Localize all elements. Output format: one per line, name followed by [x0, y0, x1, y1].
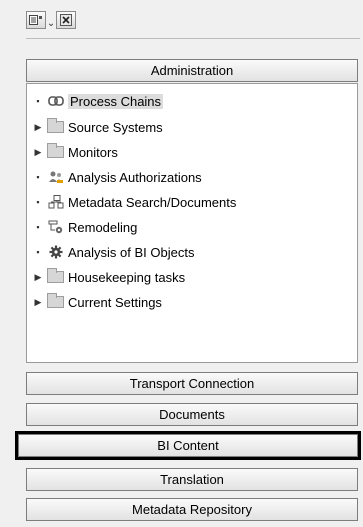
transport-connection-button[interactable]: Transport Connection — [26, 372, 358, 395]
translation-button[interactable]: Translation — [26, 468, 358, 491]
bullet-icon: ▪ — [36, 222, 40, 232]
bullet-icon: ▪ — [36, 172, 40, 182]
tree-item-housekeeping[interactable]: ▶ Housekeeping tasks — [33, 267, 185, 287]
navigation-tree: ▪ Process Chains ▶ Source Systems ▶ Moni… — [26, 83, 358, 363]
close-icon[interactable] — [56, 11, 76, 29]
folder-icon — [47, 118, 64, 134]
tree-item-source-systems[interactable]: ▶ Source Systems — [33, 117, 163, 137]
folder-icon — [47, 143, 64, 159]
tree-item-label: Current Settings — [68, 294, 162, 310]
metadata-repository-button[interactable]: Metadata Repository — [26, 498, 358, 521]
tree-item-label: Housekeeping tasks — [68, 269, 186, 285]
tree-item-label: Analysis of BI Objects — [68, 244, 195, 260]
button-label: Documents — [159, 407, 225, 422]
expand-arrow-icon[interactable]: ▶ — [33, 122, 43, 133]
toolbar-divider — [26, 38, 360, 39]
bullet-icon: ▪ — [36, 247, 40, 257]
bi-content-button[interactable]: BI Content — [15, 431, 361, 460]
tree-item-label: Metadata Search/Documents — [68, 194, 237, 210]
tree-item-monitors[interactable]: ▶ Monitors — [33, 142, 118, 162]
tree-item-label: Source Systems — [68, 119, 163, 135]
tree-item-label: Process Chains — [68, 93, 164, 109]
button-label: Translation — [160, 472, 224, 487]
gear-icon — [47, 245, 64, 259]
tree-item-label: Remodeling — [68, 219, 138, 235]
tree-item-label: Monitors — [68, 144, 118, 160]
tree-item-analysis-authorizations[interactable]: ▪ Analysis Authorizations — [33, 167, 202, 187]
button-label: Transport Connection — [129, 376, 255, 391]
chain-link-icon — [47, 94, 64, 108]
bullet-icon: ▪ — [36, 96, 40, 106]
remodel-icon — [47, 220, 64, 234]
tree-item-analysis-bi-objects[interactable]: ▪ Analysis of BI Objects — [33, 242, 194, 262]
administration-button[interactable]: Administration — [26, 59, 358, 82]
expand-arrow-icon[interactable]: ▶ — [33, 147, 43, 158]
button-label: Metadata Repository — [132, 502, 252, 517]
expand-arrow-icon[interactable]: ▶ — [33, 297, 43, 308]
document-tree-icon — [47, 195, 64, 209]
folder-icon — [47, 268, 64, 284]
toolbar-dropdown-icon[interactable]: ⌄ — [47, 11, 55, 29]
administration-label: Administration — [150, 63, 234, 78]
tree-item-process-chains[interactable]: ▪ Process Chains — [33, 91, 164, 111]
expand-arrow-icon[interactable]: ▶ — [33, 272, 43, 283]
tree-item-metadata-search[interactable]: ▪ Metadata Search/Documents — [33, 192, 236, 212]
users-key-icon — [47, 170, 64, 184]
bullet-icon: ▪ — [36, 197, 40, 207]
button-label: BI Content — [157, 438, 219, 453]
tree-item-label: Analysis Authorizations — [68, 169, 202, 185]
tree-settings-icon[interactable] — [26, 11, 46, 29]
folder-icon — [47, 293, 64, 309]
tree-item-current-settings[interactable]: ▶ Current Settings — [33, 292, 162, 312]
tree-item-remodeling[interactable]: ▪ Remodeling — [33, 217, 137, 237]
documents-button[interactable]: Documents — [26, 403, 358, 426]
toolbar: ⌄ — [26, 9, 76, 31]
